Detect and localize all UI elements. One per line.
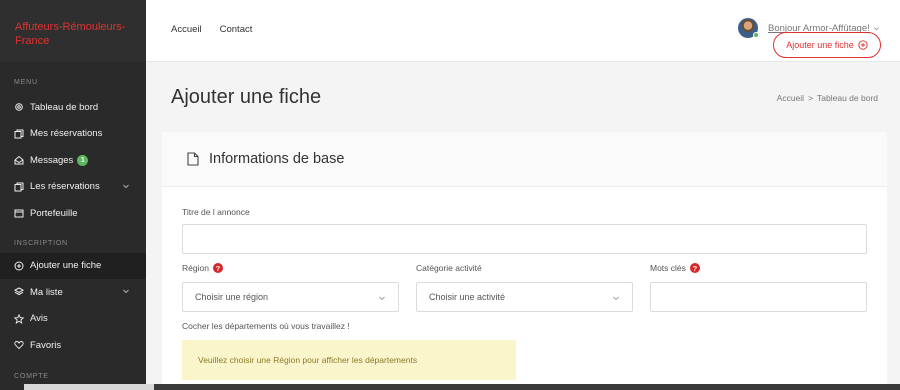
sidebar-item-ajouter-une-fiche[interactable]: Ajouter une fiche xyxy=(0,252,146,279)
category-label-text: Catégorie activité xyxy=(416,263,482,273)
sidebar-item-label: Tableau de bord xyxy=(30,101,99,113)
sidebar-item-favoris[interactable]: Favoris xyxy=(0,332,146,359)
layers-icon xyxy=(14,287,24,297)
sidebar: Affuteurs-Rémouleurs-France MENU Tableau… xyxy=(0,0,146,390)
card-title: Informations de base xyxy=(209,151,345,167)
wallet-icon xyxy=(14,208,24,218)
category-select[interactable]: Choisir une activité xyxy=(416,282,633,312)
departments-label-text: Cocher les départements où vous travaill… xyxy=(182,321,350,331)
section-label-menu: MENU xyxy=(14,79,38,86)
sidebar-item-label: Mes réservations xyxy=(30,128,103,140)
scrollbar-thumb[interactable] xyxy=(24,384,154,390)
inbox-icon xyxy=(14,155,24,165)
online-status-dot xyxy=(753,32,759,38)
keywords-label-text: Mots clés xyxy=(650,263,686,273)
card-header: Informations de base xyxy=(162,132,887,187)
breadcrumb-home[interactable]: Accueil xyxy=(777,93,804,103)
brand-name[interactable]: Affuteurs-Rémouleurs-France xyxy=(15,21,125,47)
listing-title-label: Titre de l annonce xyxy=(182,207,250,217)
basic-info-card: Informations de base Titre de l annonce … xyxy=(162,132,887,390)
sidebar-item-label: Messages xyxy=(30,154,74,166)
avatar[interactable] xyxy=(738,18,759,38)
sidebar-item-mes-reservations[interactable]: Mes réservations xyxy=(0,121,146,148)
departments-label: Cocher les départements où vous travaill… xyxy=(182,321,350,331)
sidebar-item-label: Ajouter une fiche xyxy=(30,260,102,272)
section-label-compte: COMPTE xyxy=(14,372,49,380)
add-listing-label: Ajouter une fiche xyxy=(786,40,854,50)
sidebar-item-label: Ma liste xyxy=(30,286,63,298)
region-select[interactable]: Choisir une région xyxy=(182,282,399,312)
keywords-help-icon[interactable]: ? xyxy=(689,263,700,273)
horizontal-scrollbar[interactable] xyxy=(24,384,900,390)
top-nav: Accueil Contact xyxy=(171,24,252,35)
sidebar-item-portefeuille[interactable]: Portefeuille xyxy=(0,200,146,227)
top-bar: Accueil Contact Bonjour Armor-Affûtage! … xyxy=(146,0,900,62)
sidebar-item-label: Favoris xyxy=(30,339,62,351)
sidebar-item-label: Les réservations xyxy=(30,181,100,193)
copy-icon xyxy=(14,182,24,192)
chevron-down-icon[interactable] xyxy=(122,182,130,190)
chevron-down-icon[interactable] xyxy=(122,287,130,295)
breadcrumb-separator: > xyxy=(808,93,814,103)
brand-logo[interactable]: Affuteurs-Rémouleurs-France xyxy=(0,0,146,62)
star-icon xyxy=(14,313,24,324)
gear-icon xyxy=(14,102,24,112)
sidebar-item-label: Portefeuille xyxy=(30,207,78,219)
sidebar-item-avis[interactable]: Avis xyxy=(0,306,146,333)
plus-circle-icon xyxy=(858,40,868,50)
add-listing-button[interactable]: Ajouter une fiche xyxy=(773,32,881,58)
chevron-down-icon xyxy=(613,296,619,301)
region-help-icon[interactable]: ? xyxy=(212,263,223,273)
category-label: Catégorie activité xyxy=(416,263,482,273)
copy-icon xyxy=(14,129,24,139)
nav-link-contact[interactable]: Contact xyxy=(220,24,253,35)
region-label: Région ? xyxy=(182,263,223,273)
listing-title-input[interactable] xyxy=(182,224,867,254)
departments-notice-text: Veuillez choisir une Région pour affiche… xyxy=(198,355,418,365)
listing-title-label-text: Titre de l annonce xyxy=(182,207,250,217)
sidebar-item-label: Avis xyxy=(30,313,48,325)
nav-link-accueil[interactable]: Accueil xyxy=(171,24,202,35)
sidebar-item-tableau-de-bord[interactable]: Tableau de bord xyxy=(0,94,146,121)
document-icon xyxy=(187,152,199,166)
breadcrumb: Accueil > Tableau de bord xyxy=(777,93,878,103)
page-title: Ajouter une fiche xyxy=(171,86,322,108)
departments-notice: Veuillez choisir une Région pour affiche… xyxy=(182,340,516,380)
keywords-input[interactable] xyxy=(650,282,867,312)
chevron-down-icon xyxy=(379,296,385,301)
sidebar-item-ma-liste[interactable]: Ma liste xyxy=(0,279,146,306)
keywords-label: Mots clés ? xyxy=(650,263,700,273)
category-select-value: Choisir une activité xyxy=(429,292,506,302)
sidebar-item-messages[interactable]: Messages 1 xyxy=(0,147,146,174)
plus-circle-icon xyxy=(14,261,24,271)
region-label-text: Région xyxy=(182,263,209,273)
sidebar-item-les-reservations[interactable]: Les réservations xyxy=(0,174,146,201)
section-label-inscription: INSCRIPTION xyxy=(14,239,68,247)
messages-count-badge: 1 xyxy=(77,154,89,166)
main-content: Ajouter une fiche Accueil > Tableau de b… xyxy=(146,62,900,390)
breadcrumb-current: Tableau de bord xyxy=(817,93,878,103)
chevron-down-icon[interactable] xyxy=(873,25,880,32)
region-select-value: Choisir une région xyxy=(195,292,269,302)
heart-icon xyxy=(14,340,24,350)
